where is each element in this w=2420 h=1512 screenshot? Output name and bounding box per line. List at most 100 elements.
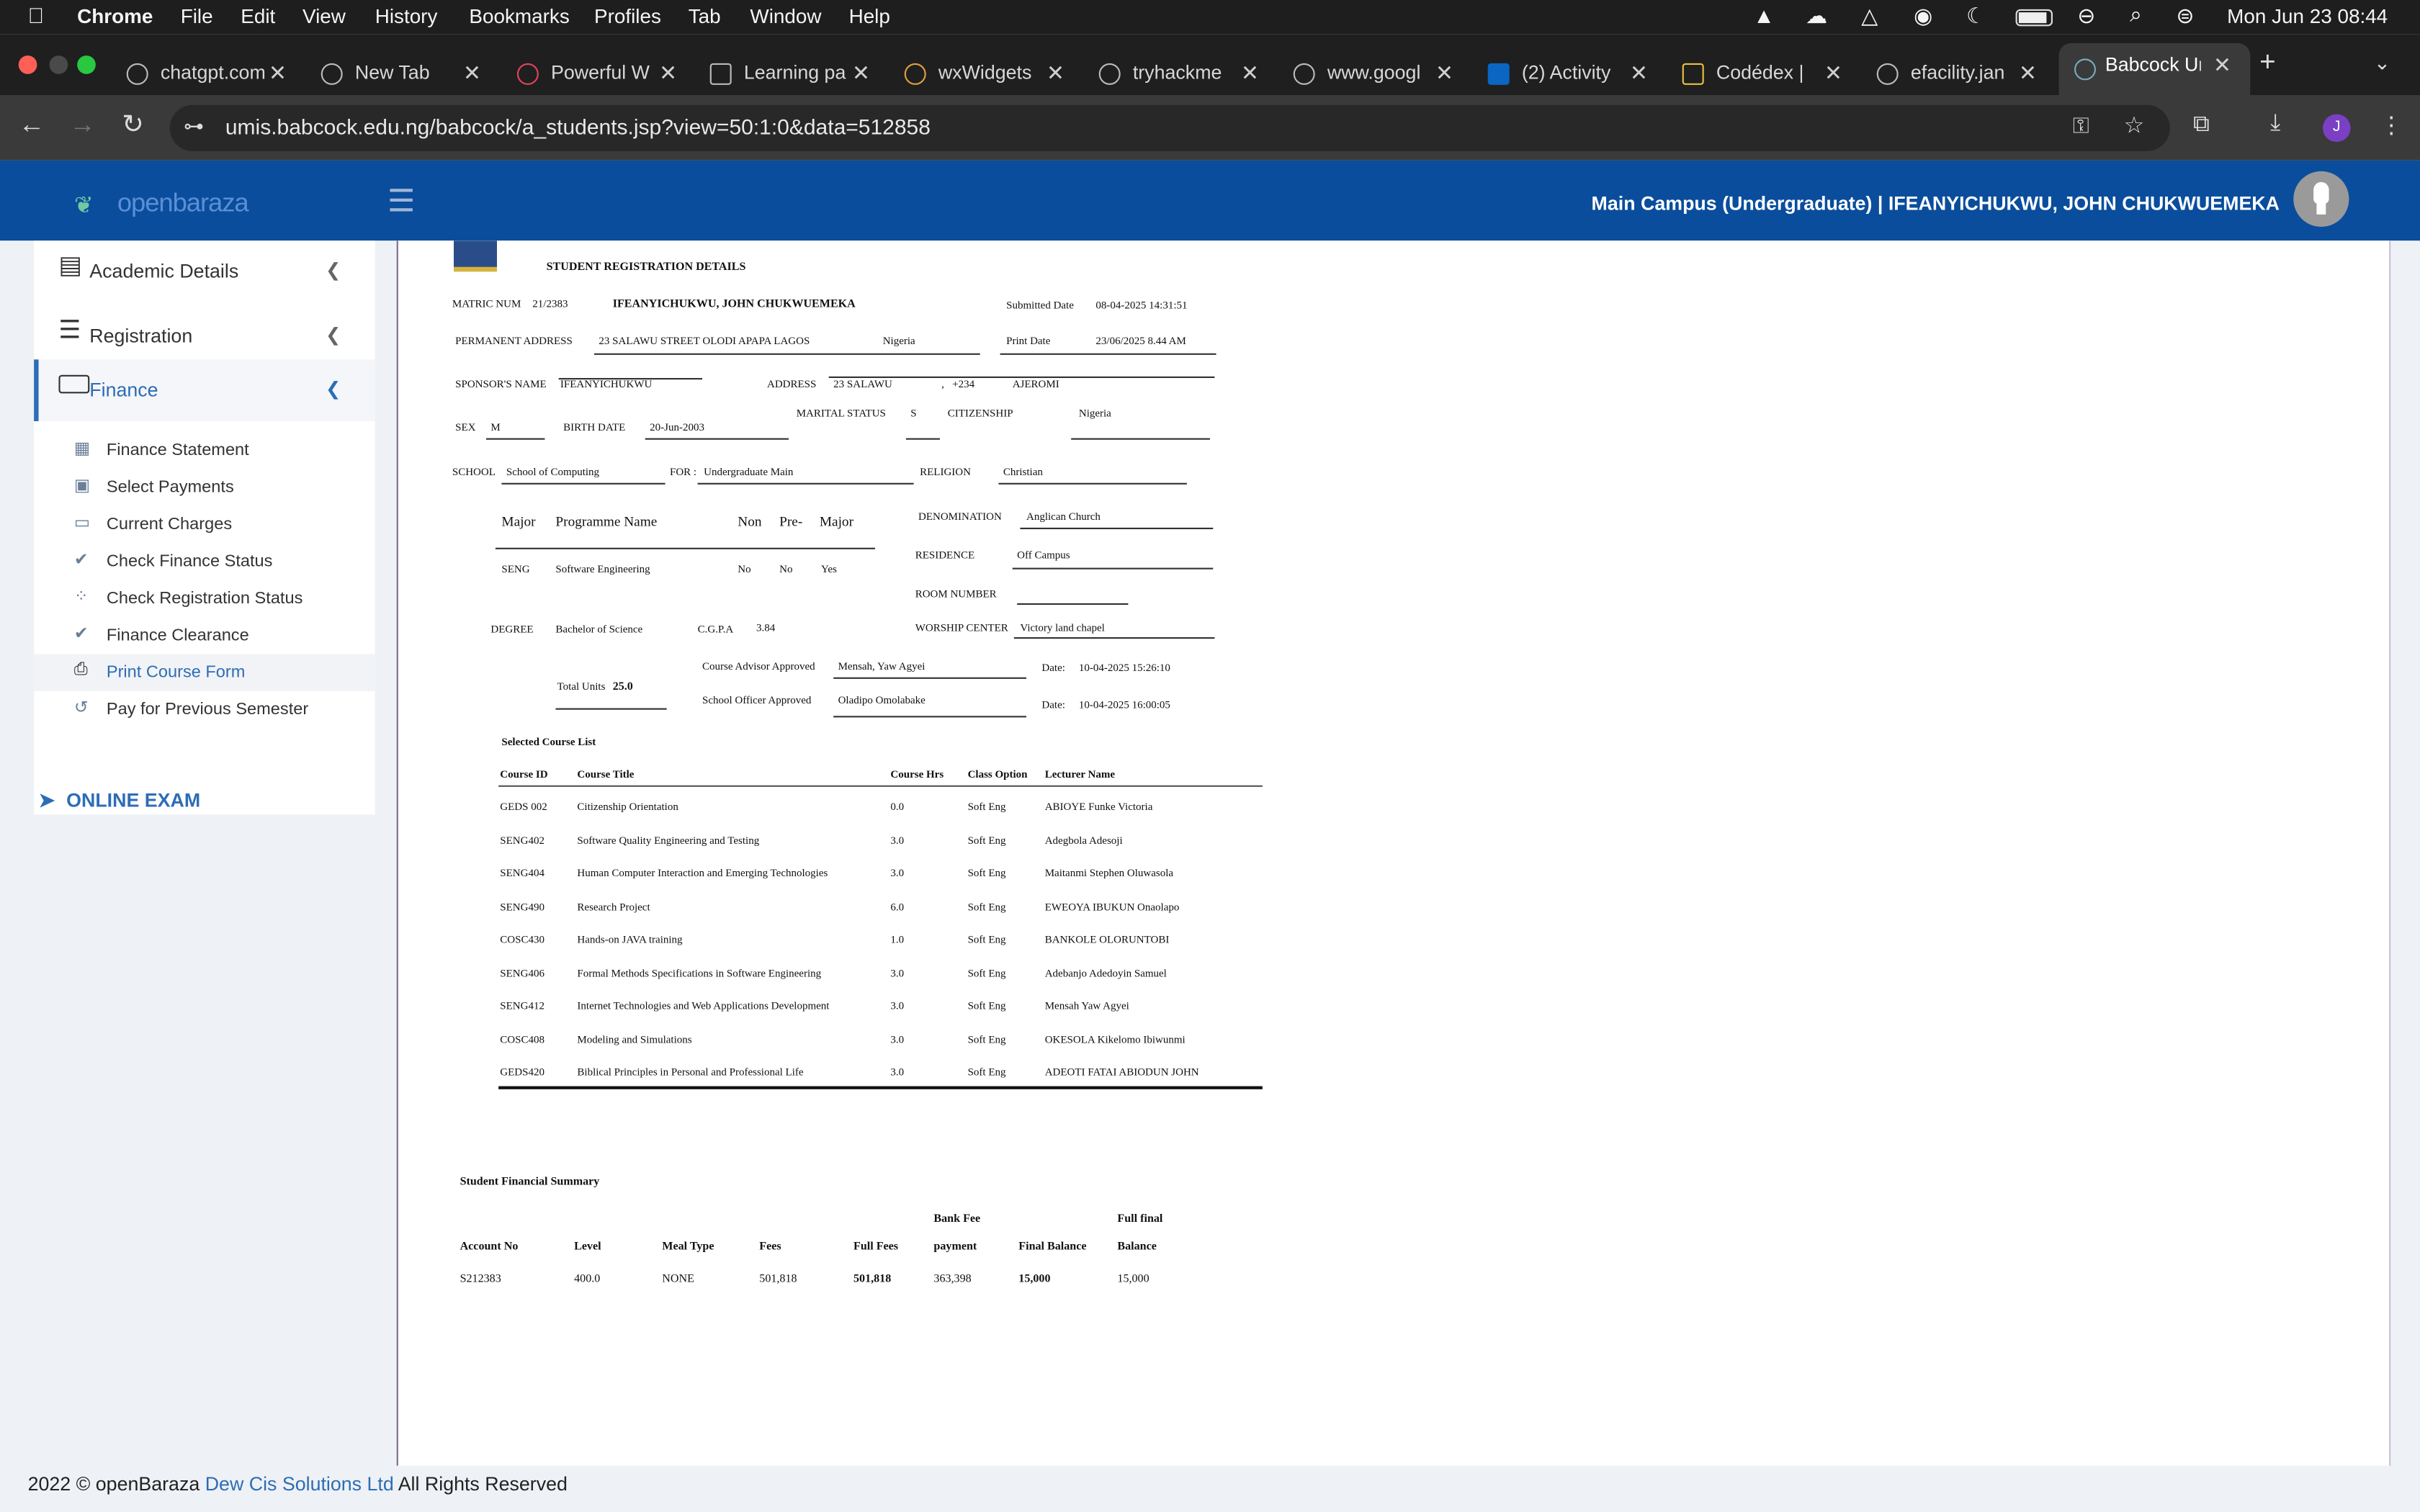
menu-history[interactable]: History: [375, 4, 438, 27]
sidebar-item-academic-details[interactable]: ▤ Academic Details ❮: [34, 240, 375, 305]
fin-header-account-no: Account No: [460, 1238, 519, 1253]
course-id: SENG404: [500, 867, 544, 880]
tab-3[interactable]: Powerful W ✕: [516, 53, 687, 99]
reload-icon[interactable]: ↻: [122, 109, 144, 140]
tab-5[interactable]: wxWidgets ✕: [904, 53, 1075, 99]
menu-app-name[interactable]: Chrome: [77, 4, 153, 27]
school-label: SCHOOL: [452, 466, 496, 479]
tab-favicon-icon: [904, 63, 926, 85]
officer-value: Oladipo Omolabake: [838, 694, 926, 707]
tab-10[interactable]: efacility.jan ✕: [1876, 53, 2047, 99]
sidebar-item-online-exam[interactable]: ➤ ONLINE EXAM: [34, 786, 375, 822]
back-icon[interactable]: ←: [19, 109, 45, 140]
sidebar-item-finance-statement[interactable]: ▦ Finance Statement: [34, 432, 375, 469]
sidebar-item-finance-clearance[interactable]: ✔ Finance Clearance: [34, 617, 375, 654]
forward-icon[interactable]: →: [69, 109, 95, 140]
sidebar-item-pay-previous-semester[interactable]: ↺ Pay for Previous Semester: [34, 691, 375, 728]
linkedin-icon: [1487, 63, 1510, 85]
course-id: COSC430: [500, 933, 544, 946]
status-icon-play[interactable]: ◉: [1914, 3, 1932, 29]
close-icon[interactable]: ✕: [1630, 60, 1648, 86]
battery-icon[interactable]: [2015, 9, 2053, 27]
sidebar-item-current-charges[interactable]: ▭ Current Charges: [34, 506, 375, 543]
menu-dots-icon[interactable]: ⋮: [2380, 111, 2403, 138]
close-icon[interactable]: ✕: [269, 60, 287, 86]
moon-icon[interactable]: ☾: [1966, 3, 1986, 29]
close-icon[interactable]: ✕: [2213, 53, 2231, 78]
menu-file[interactable]: File: [181, 4, 213, 27]
course-header-lecturer: Lecturer Name: [1044, 768, 1116, 781]
screen:  Chrome File Edit View History Bookmark…: [0, 0, 2420, 1512]
minimize-window-button[interactable]: [49, 55, 68, 74]
extensions-icon[interactable]: ⧉: [2193, 111, 2210, 137]
tab-6[interactable]: tryhackme ✕: [1098, 53, 1269, 99]
course-title: Research Project: [577, 900, 650, 913]
money-icon: [58, 374, 90, 394]
key-icon[interactable]: ⚿: [2073, 112, 2089, 138]
sidebar-item-print-course-form[interactable]: ⎙ Print Course Form: [34, 654, 375, 691]
course-title: Hands-on JAVA training: [577, 933, 683, 946]
close-icon[interactable]: ✕: [463, 60, 481, 86]
tab-8[interactable]: (2) Activity ✕: [1487, 53, 1658, 99]
sidebar-item-select-payments[interactable]: ▣ Select Payments: [34, 469, 375, 505]
tab-active[interactable]: Babcock Ur ✕: [2058, 43, 2251, 96]
status-icon-cloud[interactable]: ☁: [1806, 3, 1827, 29]
download-icon[interactable]: ⤓: [2270, 109, 2280, 135]
tab-9[interactable]: Codédex | ✕: [1682, 53, 1852, 99]
sex-value: M: [490, 421, 501, 434]
close-icon[interactable]: ✕: [1047, 60, 1065, 86]
close-icon[interactable]: ✕: [659, 60, 677, 86]
zoom-window-button[interactable]: [77, 55, 96, 74]
tab-4[interactable]: Learning pa ✕: [709, 53, 880, 99]
class-option: Soft Eng: [967, 1066, 1006, 1079]
tab-1[interactable]: chatgpt.com ✕: [126, 53, 297, 99]
student-name: IFEANYICHUKWU, JOHN CHUKWUEMEKA: [612, 296, 856, 310]
hamburger-icon[interactable]: ☰: [387, 182, 415, 221]
sidebar-item-finance[interactable]: Finance ❮: [34, 359, 375, 421]
tab-2[interactable]: New Tab ✕: [321, 53, 491, 99]
link-icon[interactable]: ⊖: [2077, 3, 2095, 29]
close-icon[interactable]: ✕: [852, 60, 870, 86]
for-value: Undergraduate Main: [704, 466, 794, 479]
sidebar-item-check-finance-status[interactable]: ✔ Check Finance Status: [34, 543, 375, 580]
search-icon[interactable]: ⌕: [2130, 1, 2142, 27]
control-center-icon[interactable]: ⊜: [2176, 3, 2194, 29]
advisor-date-label: Date:: [1041, 662, 1065, 675]
apple-icon[interactable]: : [28, 3, 45, 27]
cash-icon: ▣: [73, 477, 91, 495]
close-icon[interactable]: ✕: [1435, 60, 1453, 86]
menu-help[interactable]: Help: [849, 4, 890, 27]
close-window-button[interactable]: [18, 55, 37, 74]
menu-window[interactable]: Window: [750, 4, 821, 27]
star-icon[interactable]: ☆: [2124, 111, 2145, 138]
close-icon[interactable]: ✕: [1824, 60, 1842, 86]
chevron-left-icon: ❮: [326, 378, 341, 400]
logo[interactable]: openbaraza: [117, 188, 249, 219]
menu-view[interactable]: View: [302, 4, 346, 27]
menu-profiles[interactable]: Profiles: [594, 4, 661, 27]
course-id: COSC408: [500, 1032, 544, 1045]
site-info-icon[interactable]: ⊶: [184, 114, 204, 139]
course-title: Software Quality Engineering and Testing: [577, 834, 760, 847]
fin-header-full-final-balance: Balance: [1117, 1238, 1157, 1253]
clock[interactable]: Mon Jun 23 08:44: [2227, 4, 2388, 27]
fin-bank-fee-payment: 363,398: [933, 1271, 972, 1285]
close-icon[interactable]: ✕: [1241, 60, 1259, 86]
menu-edit[interactable]: Edit: [241, 4, 275, 27]
footer-company-link[interactable]: Dew Cis Solutions Ltd: [205, 1473, 394, 1495]
status-icon-drive[interactable]: △: [1861, 3, 1878, 29]
new-tab-icon[interactable]: +: [2259, 46, 2276, 78]
close-icon[interactable]: ✕: [2019, 60, 2037, 86]
tab-favicon-icon: [1876, 63, 1899, 85]
profile-avatar[interactable]: J: [2323, 114, 2351, 143]
prog-header-non: Non: [738, 513, 762, 529]
sidebar-item-check-registration-status[interactable]: ⁘ Check Registration Status: [34, 580, 375, 617]
status-icon-vlc[interactable]: ▲: [1753, 3, 1775, 27]
user-avatar[interactable]: [2293, 171, 2349, 227]
tab-search-icon[interactable]: ⌄: [2374, 51, 2390, 76]
tab-title: Powerful W: [551, 61, 650, 84]
menu-bookmarks[interactable]: Bookmarks: [469, 4, 569, 27]
url-text[interactable]: umis.babcock.edu.ng/babcock/a_students.j…: [225, 114, 931, 139]
menu-tab[interactable]: Tab: [689, 4, 721, 27]
tab-7[interactable]: www.googl ✕: [1293, 53, 1464, 99]
